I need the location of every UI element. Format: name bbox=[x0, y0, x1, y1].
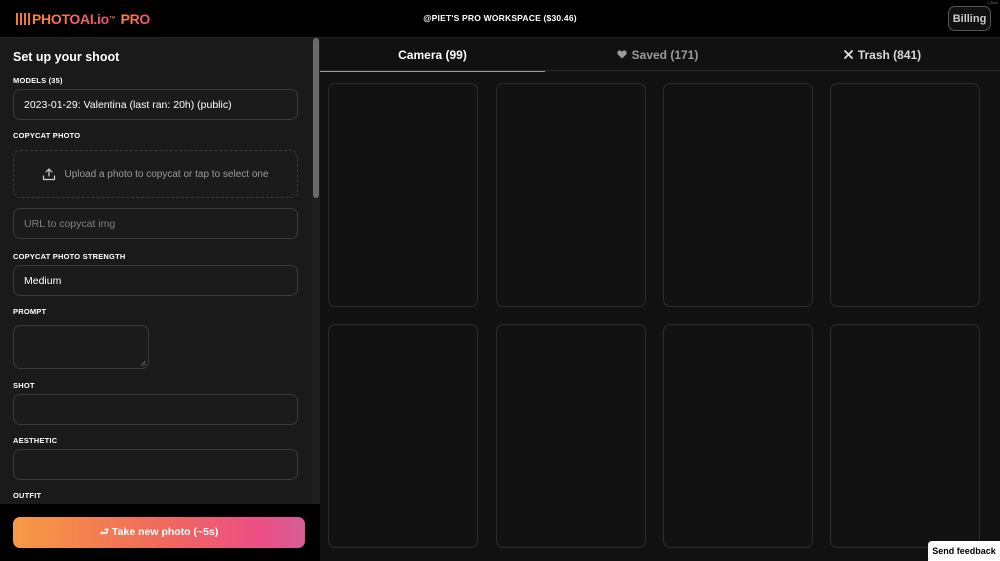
photo-card[interactable] bbox=[663, 324, 813, 548]
outfit-label: OUTFIT bbox=[13, 491, 42, 500]
gallery-tabs: Camera (99) Saved (171) Trash (841) bbox=[320, 38, 1000, 72]
tab-trash-label: Trash (841) bbox=[857, 47, 922, 62]
panel-title: Set up your shoot bbox=[13, 50, 120, 64]
resize-grip-icon[interactable] bbox=[140, 360, 146, 366]
tab-saved[interactable]: Saved (171) bbox=[545, 38, 770, 71]
copycat-strength-select[interactable]: Medium bbox=[13, 265, 298, 296]
tab-saved-label: Saved (171) bbox=[631, 47, 699, 62]
prompt-textarea[interactable] bbox=[13, 325, 149, 369]
photo-card[interactable] bbox=[328, 324, 478, 548]
photo-card[interactable] bbox=[496, 324, 646, 548]
copycat-upload-dropzone[interactable]: Upload a photo to copycat or tap to sele… bbox=[13, 150, 298, 198]
photo-card[interactable] bbox=[830, 324, 980, 548]
tab-camera[interactable]: Camera (99) bbox=[320, 38, 545, 72]
upload-icon bbox=[43, 168, 56, 181]
tab-trash[interactable]: Trash (841) bbox=[770, 38, 995, 71]
gallery-area: Camera (99) Saved (171) Trash (841) bbox=[320, 38, 1000, 561]
tab-camera-label: Camera (99) bbox=[398, 47, 467, 62]
corner-indicator: 1.54m bbox=[986, 0, 998, 5]
workspace-title[interactable]: @PIET'S PRO WORKSPACE ($30.46) bbox=[0, 13, 1000, 23]
photo-card[interactable] bbox=[830, 83, 980, 307]
prompt-label: PROMPT bbox=[13, 307, 47, 316]
model-select[interactable]: 2023-01-29: Valentina (last ran: 20h) (p… bbox=[13, 89, 298, 120]
photo-card[interactable] bbox=[328, 83, 478, 307]
shoot-setup-panel: Set up your shoot MODELS (35) 2023-01-29… bbox=[0, 38, 320, 561]
copycat-strength-label: COPYCAT PHOTO STRENGTH bbox=[13, 252, 126, 261]
panel-scrollbar[interactable] bbox=[312, 38, 320, 504]
models-label: MODELS (35) bbox=[13, 76, 63, 85]
photo-card[interactable] bbox=[663, 83, 813, 307]
aesthetic-label: AESTHETIC bbox=[13, 436, 58, 445]
take-new-photo-button[interactable]: ⮐ Take new photo (~5s) bbox=[13, 517, 305, 548]
action-bar: ⮐ Take new photo (~5s) bbox=[0, 504, 320, 561]
panel-scrollbar-thumb[interactable] bbox=[313, 38, 319, 198]
top-bar: PHOTOAI.io ™ PRO @PIET'S PRO WORKSPACE ($3… bbox=[0, 0, 1000, 38]
copycat-photo-label: COPYCAT PHOTO bbox=[13, 131, 81, 140]
close-icon bbox=[843, 50, 853, 59]
shot-input[interactable] bbox=[13, 394, 298, 425]
aesthetic-input[interactable] bbox=[13, 449, 298, 480]
send-feedback-button[interactable]: Send feedback bbox=[928, 541, 1000, 561]
billing-button[interactable]: Billing bbox=[948, 6, 991, 31]
heart-icon bbox=[616, 50, 627, 59]
upload-text: Upload a photo to copycat or tap to sele… bbox=[64, 168, 269, 180]
photo-card[interactable] bbox=[496, 83, 646, 307]
shot-label: SHOT bbox=[13, 381, 35, 390]
app-root: PHOTOAI.io ™ PRO @PIET'S PRO WORKSPACE ($3… bbox=[0, 0, 1000, 561]
copycat-url-input[interactable]: URL to copycat img bbox=[13, 208, 298, 239]
